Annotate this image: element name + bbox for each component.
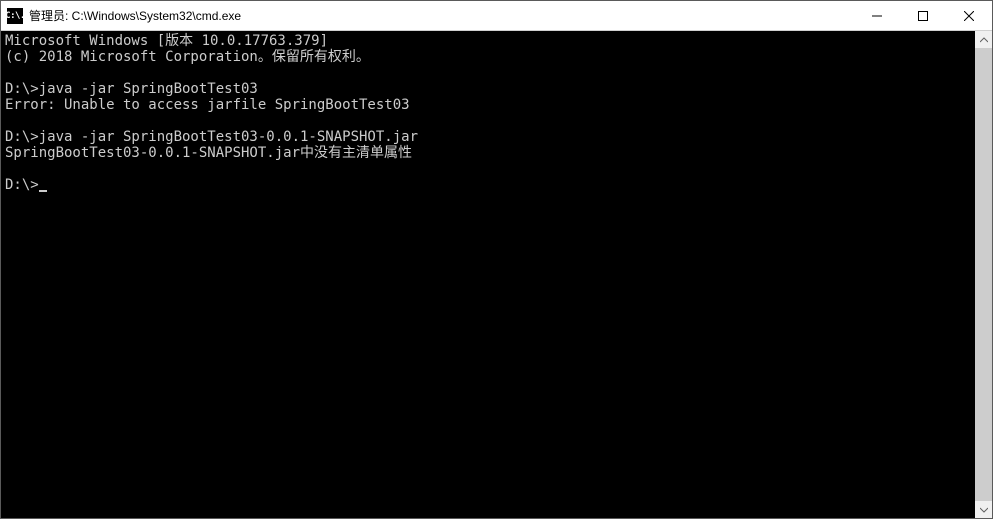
scroll-up-button[interactable] [975, 31, 992, 48]
scroll-down-button[interactable] [975, 501, 992, 518]
console-line [5, 161, 971, 177]
cmd-window: C:\. 管理员: C:\Windows\System32\cmd.exe Mi… [0, 0, 993, 519]
console-line: SpringBootTest03-0.0.1-SNAPSHOT.jar中没有主清… [5, 145, 971, 161]
chevron-up-icon [980, 36, 988, 44]
prompt-text: D:\> [5, 177, 39, 193]
titlebar: C:\. 管理员: C:\Windows\System32\cmd.exe [1, 1, 992, 31]
vertical-scrollbar[interactable] [975, 31, 992, 518]
close-button[interactable] [946, 1, 992, 30]
window-title: 管理员: C:\Windows\System32\cmd.exe [29, 7, 854, 24]
cursor [39, 190, 47, 192]
console-line: Microsoft Windows [版本 10.0.17763.379] [5, 33, 971, 49]
maximize-button[interactable] [900, 1, 946, 30]
console-line: D:\>java -jar SpringBootTest03 [5, 81, 971, 97]
console-prompt[interactable]: D:\> [5, 177, 971, 193]
console-line [5, 65, 971, 81]
console-line: D:\>java -jar SpringBootTest03-0.0.1-SNA… [5, 129, 971, 145]
scroll-thumb[interactable] [975, 48, 992, 501]
scroll-track[interactable] [975, 48, 992, 501]
cmd-icon: C:\. [7, 8, 23, 24]
maximize-icon [918, 11, 928, 21]
console-line: (c) 2018 Microsoft Corporation。保留所有权利。 [5, 49, 971, 65]
minimize-icon [872, 11, 882, 21]
minimize-button[interactable] [854, 1, 900, 30]
close-icon [964, 11, 974, 21]
console-body: Microsoft Windows [版本 10.0.17763.379](c)… [1, 31, 992, 518]
console-line: Error: Unable to access jarfile SpringBo… [5, 97, 971, 113]
chevron-down-icon [980, 506, 988, 514]
console-line [5, 113, 971, 129]
console-output[interactable]: Microsoft Windows [版本 10.0.17763.379](c)… [1, 31, 975, 518]
window-controls [854, 1, 992, 30]
